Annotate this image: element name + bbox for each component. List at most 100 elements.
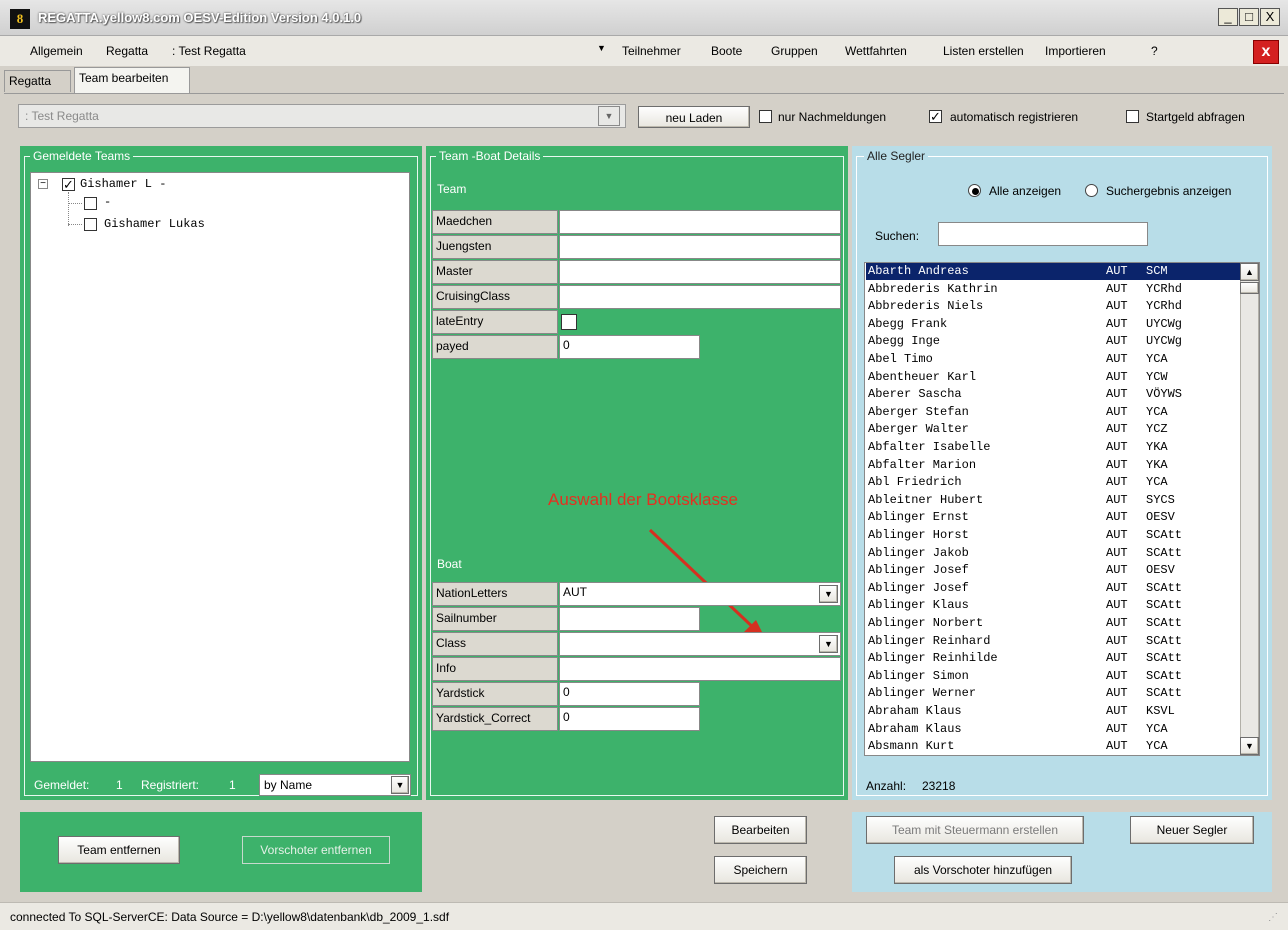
- list-item[interactable]: Abegg Inge AUT UYCWg: [866, 333, 1242, 350]
- menu-gruppen[interactable]: Gruppen: [771, 44, 818, 58]
- field-juengsten[interactable]: [559, 235, 841, 259]
- list-item[interactable]: Abfalter Isabelle AUT YKA: [866, 439, 1242, 456]
- tab-team-bearbeiten[interactable]: Team bearbeiten: [74, 67, 190, 93]
- field-payed[interactable]: 0: [559, 335, 700, 359]
- team-child-label[interactable]: Gishamer Lukas: [104, 217, 205, 231]
- radio-alle[interactable]: [968, 184, 981, 197]
- chevron-down-icon[interactable]: ▼: [598, 106, 620, 126]
- list-item[interactable]: Absmann Kurt AUT YCA: [866, 738, 1242, 755]
- scroll-thumb[interactable]: [1240, 282, 1259, 294]
- list-item[interactable]: Aberger Walter AUT YCZ: [866, 421, 1242, 438]
- lateentry-checkbox[interactable]: [561, 314, 577, 330]
- field-yardstick-correct[interactable]: 0: [559, 707, 700, 731]
- teams-tree[interactable]: [30, 172, 410, 762]
- field-master[interactable]: [559, 260, 841, 284]
- menu-boote[interactable]: Boote: [711, 44, 742, 58]
- field-class[interactable]: [559, 632, 841, 656]
- neuer-segler-button[interactable]: Neuer Segler: [1130, 816, 1254, 844]
- field-yardstick[interactable]: 0: [559, 682, 700, 706]
- list-item[interactable]: Ablinger Josef AUT SCAtt: [866, 580, 1242, 597]
- team-mit-steuermann-button[interactable]: Team mit Steuermann erstellen: [866, 816, 1084, 844]
- list-item[interactable]: Abel Timo AUT YCA: [866, 351, 1242, 368]
- anzahl-label: Anzahl:: [866, 779, 907, 793]
- team-entfernen-button[interactable]: Team entfernen: [58, 836, 180, 864]
- resize-grip-icon[interactable]: ⋰: [1268, 912, 1278, 923]
- list-item[interactable]: Ablinger Josef AUT OESV: [866, 562, 1242, 579]
- list-item[interactable]: Abarth Andreas AUT SCM: [866, 263, 1242, 280]
- team-root-label[interactable]: Gishamer L -: [80, 177, 166, 191]
- list-item[interactable]: Ablinger Klaus AUT SCAtt: [866, 597, 1242, 614]
- collapse-icon[interactable]: −: [38, 179, 48, 189]
- menu-listen[interactable]: Listen erstellen: [943, 44, 1024, 58]
- list-item[interactable]: Ableitner Hubert AUT SYCS: [866, 492, 1242, 509]
- menu-help[interactable]: ?: [1151, 44, 1158, 58]
- chevron-down-icon[interactable]: ▼: [819, 585, 838, 603]
- list-item[interactable]: Ablinger Werner AUT SCAtt: [866, 685, 1242, 702]
- scrollbar[interactable]: [1240, 263, 1259, 755]
- segler-list[interactable]: Abarth Andreas AUT SCM Abbrederis Kathrin AU…: [864, 262, 1260, 756]
- scroll-down-icon[interactable]: ▼: [1240, 737, 1259, 755]
- menu-regatta[interactable]: Regatta: [106, 44, 148, 58]
- list-item[interactable]: Ablinger Reinhilde AUT SCAtt: [866, 650, 1242, 667]
- list-item[interactable]: Abl Friedrich AUT YCA: [866, 474, 1242, 491]
- list-item[interactable]: Abbrederis Niels AUT YCRhd: [866, 298, 1242, 315]
- list-item[interactable]: Ablinger Jakob AUT SCAtt: [866, 545, 1242, 562]
- speichern-button[interactable]: Speichern: [714, 856, 807, 884]
- segler-nation: AUT: [1106, 387, 1128, 402]
- bearbeiten-button[interactable]: Bearbeiten: [714, 816, 807, 844]
- list-item[interactable]: Abbrederis Kathrin AUT YCRhd: [866, 281, 1242, 298]
- list-item[interactable]: Ablinger Norbert AUT SCAtt: [866, 615, 1242, 632]
- list-item[interactable]: Abraham Klaus AUT YCA: [866, 721, 1242, 738]
- segler-club: SYCS: [1146, 492, 1175, 507]
- field-label-master: Master: [432, 260, 558, 284]
- field-maedchen[interactable]: [559, 210, 841, 234]
- window-close-button[interactable]: X: [1260, 8, 1280, 26]
- als-vorschoter-button[interactable]: als Vorschoter hinzufügen: [894, 856, 1072, 884]
- team-child-label[interactable]: -: [104, 195, 111, 209]
- chevron-down-icon[interactable]: ▼: [819, 635, 838, 653]
- regatta-dropdown-icon[interactable]: ▼: [597, 43, 606, 53]
- minimize-button[interactable]: _: [1218, 8, 1238, 26]
- list-item[interactable]: Ablinger Horst AUT SCAtt: [866, 527, 1242, 544]
- menu-wettfahrten[interactable]: Wettfahrten: [845, 44, 907, 58]
- menu-importieren[interactable]: Importieren: [1045, 44, 1106, 58]
- chevron-down-icon[interactable]: ▼: [391, 776, 409, 794]
- regatta-select[interactable]: : Test Regatta: [18, 104, 626, 128]
- segler-name: Abl Friedrich: [868, 475, 962, 490]
- list-item[interactable]: Ablinger Reinhard AUT SCAtt: [866, 633, 1242, 650]
- sort-select[interactable]: by Name: [259, 774, 411, 796]
- search-input[interactable]: [938, 222, 1148, 246]
- field-label-info: Info: [432, 657, 558, 681]
- field-cruisingclass[interactable]: [559, 285, 841, 309]
- menu-teilnehmer[interactable]: Teilnehmer: [622, 44, 681, 58]
- list-item[interactable]: Aberer Sascha AUT VÖYWS: [866, 386, 1242, 403]
- team-child-checkbox[interactable]: [84, 197, 97, 210]
- close-icon[interactable]: x: [1253, 40, 1279, 64]
- scroll-up-icon[interactable]: ▲: [1240, 263, 1259, 281]
- radio-suchergebnis[interactable]: [1085, 184, 1098, 197]
- list-item[interactable]: Ablinger Simon AUT SCAtt: [866, 668, 1242, 685]
- field-sailnumber[interactable]: [559, 607, 700, 631]
- vorschoter-entfernen-button[interactable]: Vorschoter entfernen: [242, 836, 390, 864]
- nur-nachmeldungen-checkbox[interactable]: [759, 110, 772, 123]
- field-nationletters[interactable]: AUT: [559, 582, 841, 606]
- list-item[interactable]: Aberger Stefan AUT YCA: [866, 404, 1242, 421]
- list-item[interactable]: Ablinger Ernst AUT OESV: [866, 509, 1242, 526]
- team-root-checkbox[interactable]: ✓: [62, 178, 75, 191]
- auto-register-checkbox[interactable]: ✓: [929, 110, 942, 123]
- field-label-class: Class: [432, 632, 558, 656]
- tab-regatta[interactable]: Regatta: [4, 70, 71, 92]
- menu-allgemein[interactable]: Allgemein: [30, 44, 83, 58]
- field-info[interactable]: [559, 657, 841, 681]
- window-title: REGATTA.yellow8.com OESV-Edition Version…: [38, 10, 362, 25]
- team-child-checkbox[interactable]: [84, 218, 97, 231]
- reload-button[interactable]: neu Laden: [638, 106, 750, 128]
- maximize-button[interactable]: □: [1239, 8, 1259, 26]
- segler-name: Ablinger Klaus: [868, 598, 969, 613]
- list-item[interactable]: Abraham Klaus AUT KSVL: [866, 703, 1242, 720]
- list-item[interactable]: Abfalter Marion AUT YKA: [866, 457, 1242, 474]
- list-item[interactable]: Abentheuer Karl AUT YCW: [866, 369, 1242, 386]
- list-item[interactable]: Abegg Frank AUT UYCWg: [866, 316, 1242, 333]
- startgeld-checkbox[interactable]: [1126, 110, 1139, 123]
- segler-name: Abfalter Marion: [868, 457, 977, 472]
